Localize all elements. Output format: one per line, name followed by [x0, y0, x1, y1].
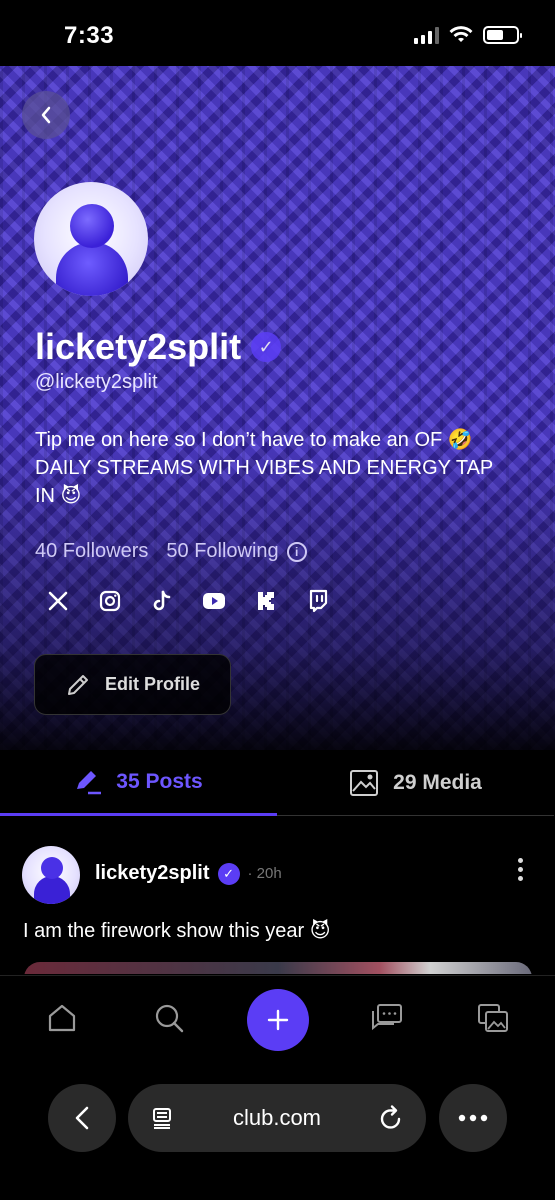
post-media[interactable]: [24, 962, 532, 974]
browser-back-button[interactable]: [48, 1084, 116, 1152]
reload-icon[interactable]: [378, 1104, 404, 1132]
info-icon[interactable]: i: [286, 541, 307, 562]
home-icon[interactable]: [44, 1000, 80, 1036]
tab-media-label: 29 Media: [393, 770, 482, 794]
search-icon[interactable]: [151, 1000, 187, 1036]
post-author-name: lickety2split: [95, 862, 210, 884]
following-count[interactable]: 50 Following: [166, 540, 278, 563]
post-text: I am the firework show this year 😈: [23, 920, 331, 942]
gallery-icon[interactable]: [475, 1000, 511, 1036]
post-card[interactable]: lickety2split ✓ · 20h I am the firework …: [0, 816, 555, 974]
display-name-text: lickety2split: [35, 326, 242, 367]
messages-icon[interactable]: [369, 1000, 405, 1036]
tab-media[interactable]: 29 Media: [277, 750, 554, 816]
pencil-icon: [67, 674, 88, 695]
post-author[interactable]: lickety2split ✓ · 20h: [95, 862, 282, 885]
profile-avatar[interactable]: [34, 182, 148, 296]
x-icon[interactable]: [45, 588, 71, 614]
profile-tabs: 35 Posts 29 Media: [0, 750, 555, 816]
edit-profile-button[interactable]: Edit Profile: [34, 654, 231, 715]
ellipsis-icon: [458, 1114, 488, 1122]
display-name: lickety2split ✓: [35, 326, 282, 368]
youtube-icon[interactable]: [201, 588, 227, 614]
reader-icon[interactable]: [150, 1106, 174, 1130]
battery-icon: [483, 26, 522, 44]
status-bar: 7:33: [0, 0, 555, 66]
browser-more-button[interactable]: [439, 1084, 507, 1152]
tab-posts-label: 35 Posts: [116, 769, 203, 793]
chevron-left-icon: [75, 1106, 89, 1130]
pencil-icon: [77, 770, 102, 794]
signal-icon: [414, 26, 439, 44]
verified-badge-icon: ✓: [251, 332, 282, 362]
social-links: [45, 588, 331, 614]
verified-badge-icon: ✓: [217, 862, 240, 885]
chevron-left-icon: [41, 106, 51, 124]
post-time: · 20h: [247, 865, 282, 882]
create-post-button[interactable]: [247, 989, 309, 1051]
edit-profile-label: Edit Profile: [104, 674, 200, 694]
status-icons: [414, 26, 522, 44]
twitch-icon[interactable]: [305, 588, 331, 614]
followers-count[interactable]: 40 Followers: [35, 540, 148, 563]
profile-bio: Tip me on here so I don’t have to make a…: [35, 429, 493, 507]
url-text: club.com: [232, 1105, 322, 1130]
tab-posts[interactable]: 35 Posts: [0, 750, 277, 816]
tiktok-icon[interactable]: [149, 588, 175, 614]
post-avatar[interactable]: [22, 846, 80, 904]
profile-handle: @lickety2split: [35, 371, 158, 393]
instagram-icon[interactable]: [97, 588, 123, 614]
kick-icon[interactable]: [253, 588, 279, 614]
more-options-icon[interactable]: [518, 858, 523, 881]
wifi-icon: [449, 26, 473, 42]
profile-header: lickety2split ✓ @lickety2split Tip me on…: [0, 66, 555, 750]
status-time: 7:33: [64, 22, 115, 49]
image-icon: [350, 769, 379, 796]
plus-icon: [267, 1009, 289, 1031]
url-bar[interactable]: club.com: [128, 1084, 426, 1152]
back-button[interactable]: [22, 91, 70, 139]
bottom-nav: [0, 975, 555, 1065]
browser-toolbar: club.com: [0, 1065, 555, 1200]
follow-stats: 40 Followers 50 Following i: [35, 540, 307, 563]
